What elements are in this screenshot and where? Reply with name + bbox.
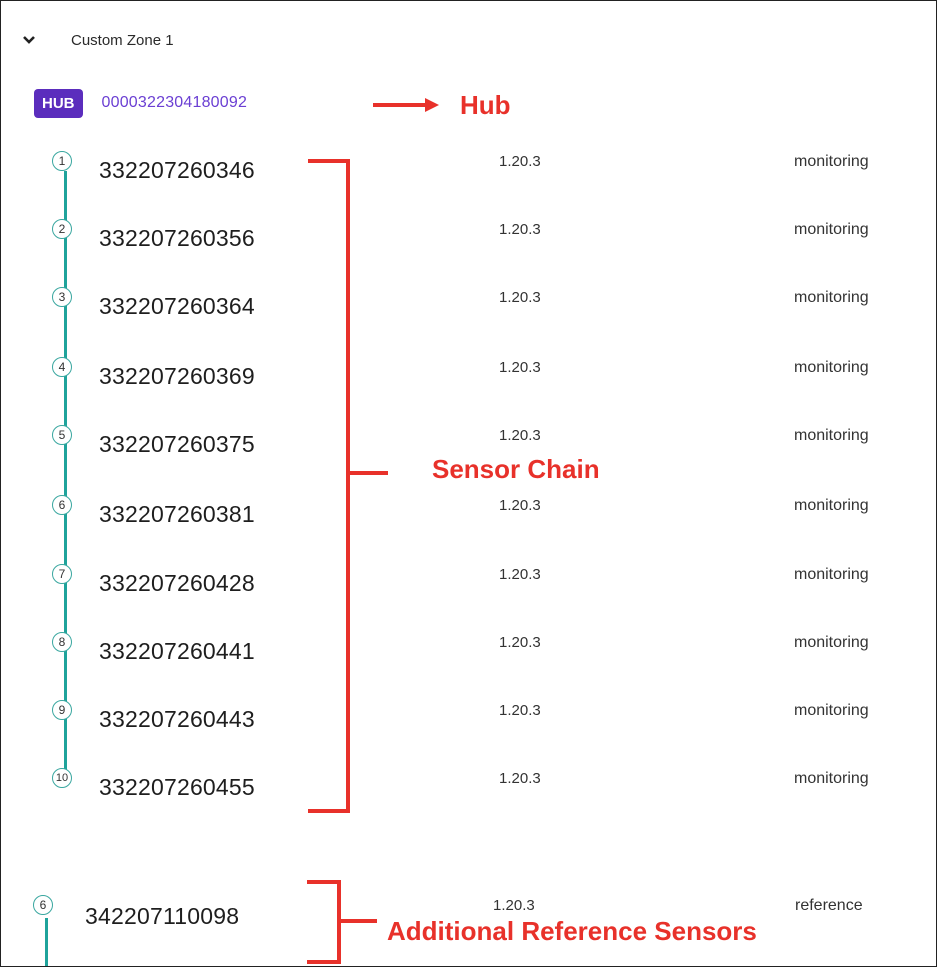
sensor-version: 1.20.3 xyxy=(499,634,541,651)
sensor-index-badge: 7 xyxy=(52,564,72,584)
sensor-status: monitoring xyxy=(794,702,869,719)
sensor-index-badge: 1 xyxy=(52,151,72,171)
sensor-row[interactable]: 9 332207260443 1.20.3 monitoring xyxy=(1,700,936,740)
chain-bracket-tick xyxy=(346,471,388,475)
sensor-version: 1.20.3 xyxy=(499,221,541,238)
sensor-status: monitoring xyxy=(794,634,869,651)
sensor-version: 1.20.3 xyxy=(499,359,541,376)
sensor-id: 332207260381 xyxy=(99,501,255,527)
sensor-row[interactable]: 3 332207260364 1.20.3 monitoring xyxy=(1,287,936,327)
sensor-id: 332207260443 xyxy=(99,706,255,732)
chain-bracket-bottom xyxy=(308,809,350,813)
sensor-status: monitoring xyxy=(794,221,869,238)
sensor-id: 332207260356 xyxy=(99,225,255,251)
sensor-id: 332207260441 xyxy=(99,638,255,664)
sensor-id: 332207260364 xyxy=(99,293,255,319)
zone-panel: Custom Zone 1 HUB 0000322304180092 1 3322… xyxy=(0,0,937,967)
sensor-index-badge: 5 xyxy=(52,425,72,445)
hub-annotation: Hub xyxy=(460,90,511,120)
ref-bracket-top xyxy=(307,880,341,884)
sensor-status: monitoring xyxy=(794,427,869,444)
chain-annotation: Sensor Chain xyxy=(432,454,600,484)
sensor-id: 332207260375 xyxy=(99,431,255,457)
reference-sensor-id: 342207110098 xyxy=(85,903,240,929)
sensor-index-badge: 6 xyxy=(52,495,72,515)
sensor-version: 1.20.3 xyxy=(499,702,541,719)
sensor-row[interactable]: 7 332207260428 1.20.3 monitoring xyxy=(1,564,936,604)
sensor-status: monitoring xyxy=(794,153,869,170)
sensor-version: 1.20.3 xyxy=(499,153,541,170)
sensor-row[interactable]: 8 332207260441 1.20.3 monitoring xyxy=(1,632,936,672)
sensor-id: 332207260346 xyxy=(99,157,255,183)
sensor-version: 1.20.3 xyxy=(499,770,541,787)
sensor-index-badge: 4 xyxy=(52,357,72,377)
ref-bracket-tick xyxy=(337,919,377,923)
sensor-index-badge: 9 xyxy=(52,700,72,720)
sensor-version: 1.20.3 xyxy=(499,427,541,444)
hub-arrow-icon xyxy=(373,98,439,112)
sensor-row[interactable]: 10 332207260455 1.20.3 monitoring xyxy=(1,768,936,808)
reference-annotation: Additional Reference Sensors xyxy=(387,916,757,946)
sensor-version: 1.20.3 xyxy=(499,566,541,583)
sensor-id: 332207260455 xyxy=(99,774,255,800)
sensor-index-badge: 3 xyxy=(52,287,72,307)
sensor-index-badge: 6 xyxy=(33,895,53,915)
sensor-row[interactable]: 6 332207260381 1.20.3 monitoring xyxy=(1,495,936,535)
sensor-status: monitoring xyxy=(794,566,869,583)
sensor-status: monitoring xyxy=(794,289,869,306)
reference-sensor-status: reference xyxy=(795,897,863,914)
sensor-id: 332207260428 xyxy=(99,570,255,596)
sensor-version: 1.20.3 xyxy=(499,289,541,306)
chain-bracket-vertical xyxy=(346,159,350,813)
sensor-status: monitoring xyxy=(794,770,869,787)
sensor-status: monitoring xyxy=(794,497,869,514)
chain-bracket-top xyxy=(308,159,350,163)
sensor-index-badge: 2 xyxy=(52,219,72,239)
reference-sensor-version: 1.20.3 xyxy=(493,897,535,914)
chain-connector xyxy=(64,171,67,783)
sensor-id: 332207260369 xyxy=(99,363,255,389)
sensor-index-badge: 8 xyxy=(52,632,72,652)
sensor-row[interactable]: 2 332207260356 1.20.3 monitoring xyxy=(1,219,936,259)
ref-bracket-bottom xyxy=(307,960,341,964)
sensor-row[interactable]: 4 332207260369 1.20.3 monitoring xyxy=(1,357,936,397)
sensor-version: 1.20.3 xyxy=(499,497,541,514)
sensor-status: monitoring xyxy=(794,359,869,376)
sensor-index-badge: 10 xyxy=(52,768,72,788)
sensor-row[interactable]: 1 332207260346 1.20.3 monitoring xyxy=(1,151,936,191)
